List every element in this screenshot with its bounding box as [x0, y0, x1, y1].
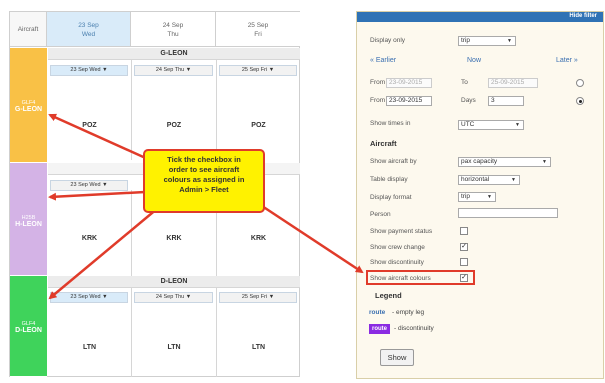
annotation-arrows	[48, 113, 364, 300]
callout-line: colours as assigned in	[163, 175, 245, 184]
arrow-to-h-leon	[48, 190, 146, 201]
arrow-to-checkbox	[261, 204, 364, 274]
instruction-callout: Tick the checkbox in order to see aircra…	[143, 149, 265, 213]
callout-line: Admin > Fleet	[179, 185, 229, 194]
arrow-to-g-leon	[48, 113, 151, 162]
callout-line: Tick the checkbox in	[167, 155, 241, 164]
arrow-to-d-leon	[48, 207, 159, 300]
callout-line: order to see aircraft	[168, 165, 240, 174]
